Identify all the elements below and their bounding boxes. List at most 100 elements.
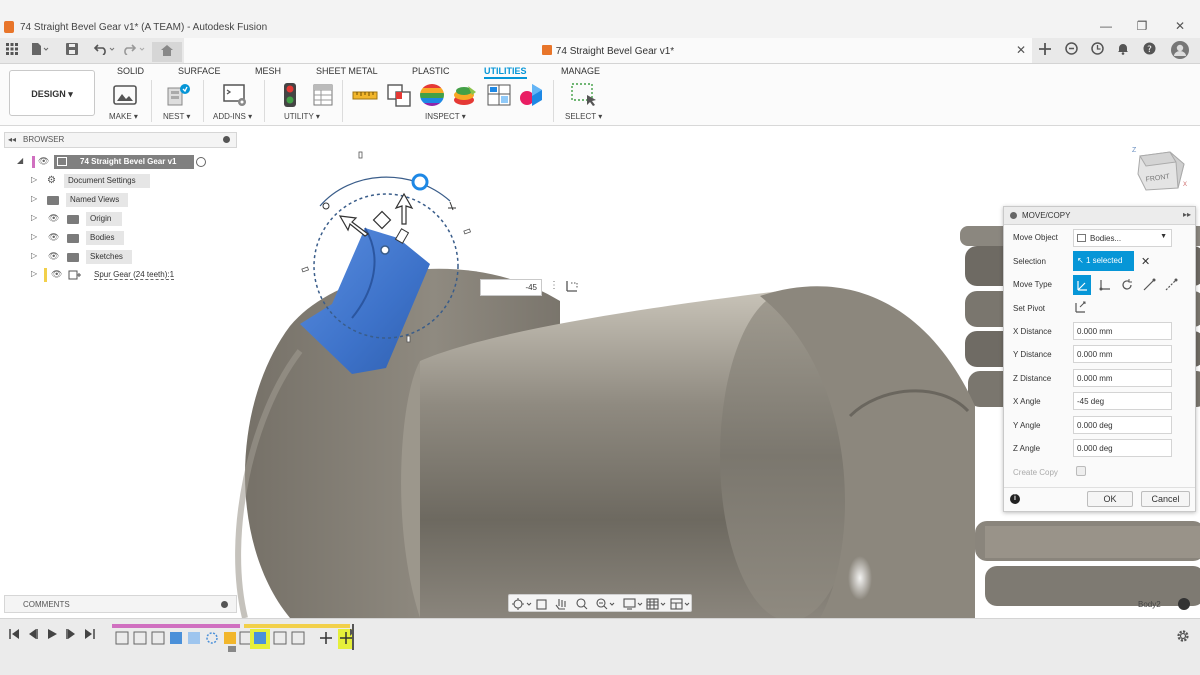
move-object-dropdown[interactable]: Bodies... ▼: [1073, 229, 1172, 247]
maximize-button[interactable]: ❐: [1132, 19, 1152, 33]
user-avatar[interactable]: [1170, 41, 1190, 61]
set-pivot-icon[interactable]: [1074, 300, 1088, 317]
y-angle-input[interactable]: 0.000 deg: [1073, 416, 1172, 434]
input-menu-dots-icon[interactable]: ⋮: [549, 280, 559, 291]
workspace-switcher[interactable]: DESIGN ▾: [9, 70, 95, 116]
save-icon[interactable]: [64, 42, 80, 60]
orbit-icon[interactable]: [509, 595, 535, 613]
tab-utilities[interactable]: UTILITIES: [484, 66, 527, 79]
selection-button[interactable]: ↖ 1 selected: [1073, 251, 1134, 271]
timeline-marker[interactable]: [228, 646, 236, 652]
zoom-window-icon[interactable]: [593, 595, 617, 613]
info-icon[interactable]: i: [1010, 494, 1020, 504]
component-color-cycling-icon[interactable]: [486, 82, 512, 108]
browser-item-spur-gear[interactable]: ▷ 👁 Spur Gear (24 teeth):1: [4, 267, 194, 283]
plane-handle[interactable]: [372, 210, 392, 230]
status-indicator-icon[interactable]: [1178, 598, 1190, 610]
visibility-eye-icon[interactable]: 👁: [48, 213, 59, 224]
look-at-icon[interactable]: [535, 595, 549, 613]
comments-pin-icon[interactable]: [221, 601, 228, 608]
browser-panel-header[interactable]: ◂◂ BROWSER: [4, 132, 237, 148]
browser-item-document-settings[interactable]: ▷ ⚙ Document Settings: [4, 173, 154, 189]
undo-icon[interactable]: [92, 42, 118, 60]
point-to-point-type-icon[interactable]: [1142, 277, 1156, 296]
pivot-point[interactable]: [380, 245, 390, 255]
x-angle-input[interactable]: -45 deg: [1073, 392, 1172, 410]
ok-button[interactable]: OK: [1087, 491, 1133, 507]
expand-arrow-icon[interactable]: ▷: [31, 175, 37, 184]
utility-group-label[interactable]: UTILITY ▾: [284, 112, 320, 121]
interference-icon[interactable]: [386, 82, 412, 108]
timeline-first-icon[interactable]: [9, 629, 19, 642]
inspect-group-label[interactable]: INSPECT ▾: [425, 112, 466, 121]
timeline-previous-icon[interactable]: [28, 629, 38, 642]
measure-icon[interactable]: [352, 82, 378, 108]
browser-item-origin[interactable]: ▷ 👁 Origin: [4, 211, 154, 227]
rotate-type-icon[interactable]: [1120, 277, 1134, 296]
visibility-eye-icon[interactable]: 👁: [51, 269, 62, 280]
clear-selection-icon[interactable]: ✕: [1141, 255, 1150, 268]
translate-type-icon[interactable]: [1098, 277, 1112, 296]
z-angle-input[interactable]: 0.000 deg: [1073, 439, 1172, 457]
home-icon[interactable]: [152, 42, 182, 62]
traffic-light-icon[interactable]: [277, 82, 303, 108]
add-ins-group-label[interactable]: ADD-INS ▾: [213, 112, 252, 121]
transform-gizmo-icon[interactable]: [565, 279, 579, 296]
browser-root-row[interactable]: ◢ 👁 74 Straight Bevel Gear v1: [4, 154, 214, 170]
document-tab[interactable]: 74 Straight Bevel Gear v1* ✕: [184, 38, 1032, 64]
zoom-icon[interactable]: [573, 595, 589, 613]
scripts-addins-icon[interactable]: [222, 82, 248, 108]
point-to-position-type-icon[interactable]: [1164, 277, 1178, 296]
tab-sheet-metal[interactable]: SHEET METAL: [316, 66, 378, 76]
nest-group-label[interactable]: NEST ▾: [163, 112, 190, 121]
expand-arrow-icon[interactable]: ▷: [31, 269, 37, 278]
tab-solid[interactable]: SOLID: [117, 66, 144, 76]
cancel-button[interactable]: Cancel: [1141, 491, 1190, 507]
tab-mesh[interactable]: MESH: [255, 66, 281, 76]
collapse-browser-icon[interactable]: ◂◂: [8, 135, 16, 144]
display-component-colors-icon[interactable]: [519, 82, 545, 108]
tab-surface[interactable]: SURFACE: [178, 66, 221, 76]
create-copy-checkbox[interactable]: [1076, 466, 1086, 476]
timeline-playhead[interactable]: [352, 624, 354, 650]
extensions-icon[interactable]: [1061, 41, 1081, 61]
apps-grid-icon[interactable]: [5, 42, 19, 60]
browser-item-bodies[interactable]: ▷ 👁 Bodies: [4, 230, 154, 246]
expand-arrow-icon[interactable]: ▷: [31, 194, 37, 203]
redo-icon[interactable]: [122, 42, 148, 60]
grid-settings-icon[interactable]: [645, 595, 669, 613]
pan-hand-icon[interactable]: [553, 595, 569, 613]
browser-item-sketches[interactable]: ▷ 👁 Sketches: [4, 249, 154, 265]
angle-input[interactable]: -45: [480, 279, 542, 296]
section-analysis-icon[interactable]: [452, 82, 478, 108]
minimize-button[interactable]: —: [1096, 19, 1116, 33]
y-distance-input[interactable]: 0.000 mm: [1073, 345, 1172, 363]
tab-manage[interactable]: MANAGE: [561, 66, 600, 76]
timeline-play-icon[interactable]: [47, 629, 57, 642]
browser-item-named-views[interactable]: ▷ Named Views: [4, 192, 154, 208]
comments-panel-header[interactable]: COMMENTS: [4, 595, 237, 613]
select-window-icon[interactable]: [570, 82, 596, 108]
expand-arrow-icon[interactable]: ▷: [31, 232, 37, 241]
x-distance-input[interactable]: 0.000 mm: [1073, 322, 1172, 340]
make-group-label[interactable]: MAKE ▾: [109, 112, 138, 121]
timeline-last-icon[interactable]: [85, 629, 95, 642]
browser-pin-icon[interactable]: [223, 136, 230, 143]
parameters-table-icon[interactable]: [310, 82, 336, 108]
expand-dialog-icon[interactable]: ▸▸: [1183, 210, 1191, 219]
close-window-button[interactable]: ✕: [1170, 19, 1190, 33]
view-cube[interactable]: FRONT Z X: [1128, 144, 1190, 197]
timeline-next-icon[interactable]: [66, 629, 76, 642]
select-group-label[interactable]: SELECT ▾: [565, 112, 602, 121]
arrow-handle-x[interactable]: [338, 215, 370, 237]
nest-icon[interactable]: [165, 82, 191, 108]
help-icon[interactable]: ?: [1139, 41, 1159, 61]
free-move-type-icon[interactable]: [1073, 275, 1091, 295]
viewports-icon[interactable]: [669, 595, 693, 613]
job-status-icon[interactable]: [1087, 41, 1107, 61]
visibility-eye-icon[interactable]: 👁: [48, 251, 59, 262]
activate-radio-icon[interactable]: [196, 157, 206, 167]
close-tab-button[interactable]: ✕: [1016, 43, 1026, 57]
notifications-bell-icon[interactable]: [1113, 41, 1133, 61]
tab-plastic[interactable]: PLASTIC: [412, 66, 450, 76]
